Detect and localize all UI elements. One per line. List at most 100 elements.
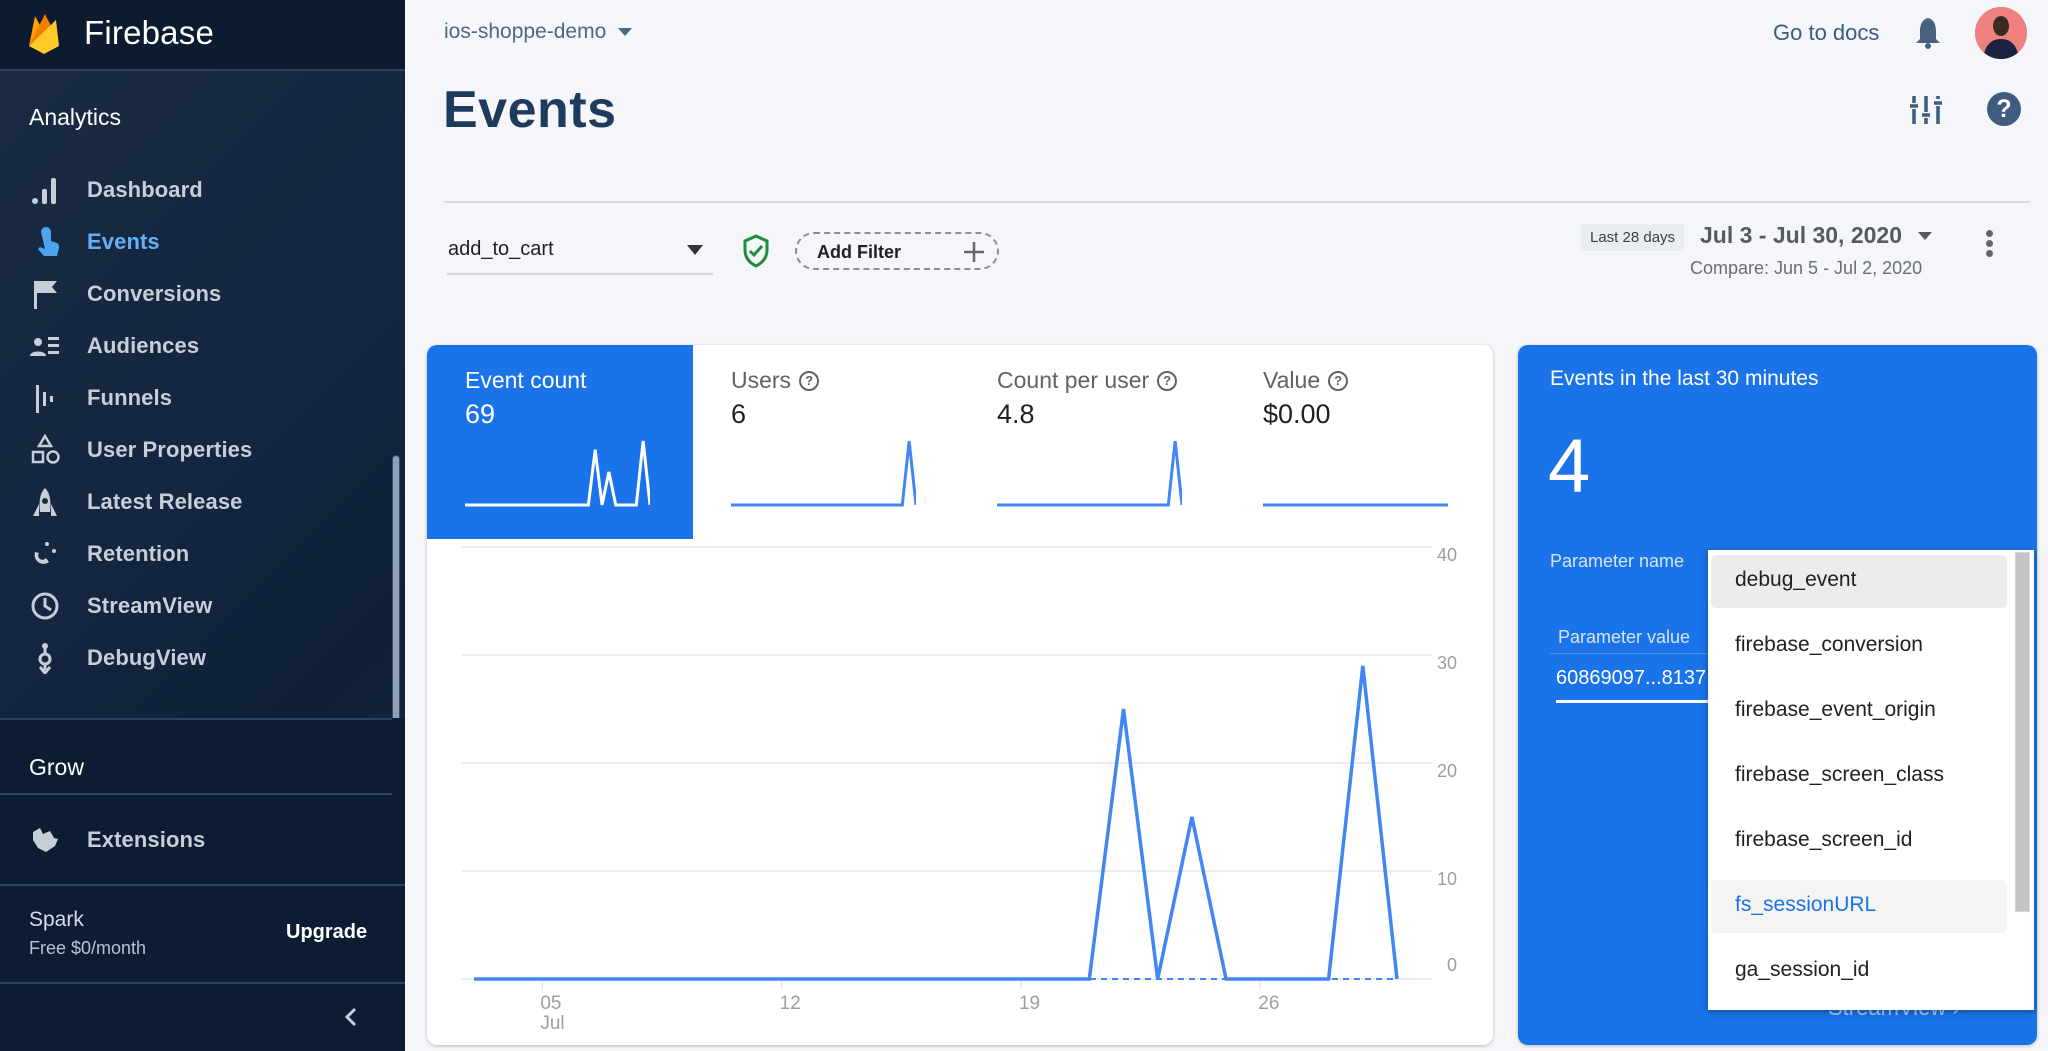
sidebar-item-retention[interactable]: Retention (0, 530, 392, 578)
touch-icon (28, 225, 62, 259)
avatar-photo-icon (1975, 7, 2027, 59)
sidebar-item-user-properties[interactable]: User Properties (0, 426, 392, 474)
sidebar-item-label: Funnels (87, 385, 173, 410)
dropdown-option[interactable]: firebase_event_origin (1711, 685, 2007, 738)
metric-label: Count per user (997, 367, 1150, 393)
sidebar-lower: Grow Extensions Spark Free $0/month Upgr… (0, 718, 405, 1051)
series-line (474, 665, 1399, 981)
help-circle-icon[interactable]: ? (799, 370, 820, 391)
help-icon[interactable]: ? (1987, 92, 2021, 126)
metric-value: $0.00 (1263, 399, 1331, 429)
dropdown-scrollbar[interactable] (2015, 552, 2030, 912)
add-filter-label: Add Filter (817, 242, 901, 262)
clock-icon (28, 589, 62, 623)
notifications-bell-icon[interactable] (1913, 16, 1943, 50)
sidebar-item-extensions[interactable]: Extensions (0, 816, 392, 864)
sidebar-item-conversions[interactable]: Conversions (0, 270, 392, 318)
divider (0, 718, 392, 720)
y-tick-label: 20 (1437, 761, 1457, 781)
metric-label: Users (731, 367, 792, 393)
metric-label-row: Users? (731, 367, 820, 394)
plan-price: Free $0/month (29, 938, 147, 958)
sidebar-item-latest-release[interactable]: Latest Release (0, 478, 392, 526)
sidebar-item-label: Latest Release (87, 489, 243, 514)
parameter-value[interactable]: 60869097...8137 (1556, 667, 1706, 690)
dropdown-option[interactable]: debug_event (1711, 555, 2007, 608)
sidebar-item-streamview[interactable]: StreamView (0, 582, 392, 630)
chevron-down-icon (618, 28, 633, 36)
dropdown-option[interactable]: firebase_screen_id (1711, 815, 2007, 868)
y-tick-label: 0 (1447, 955, 1457, 975)
sidebar-item-label: Audiences (87, 333, 200, 358)
dropdown-option[interactable]: fs_sessionURL (1711, 880, 2007, 933)
header-divider (444, 201, 2030, 203)
x-tick-sublabel: Jul (540, 1013, 564, 1034)
realtime-title: Events in the last 30 minutes (1550, 367, 1819, 390)
event-count-chart: 0 10 20 30 40 05Jul 12 19 26 (462, 545, 1457, 1034)
go-to-docs-link[interactable]: Go to docs (1773, 20, 1879, 46)
sparkline (465, 440, 650, 507)
extensions-icon (28, 823, 62, 857)
dropdown-option-label: fs_sessionURL (1735, 893, 1877, 916)
dropdown-option[interactable]: firebase_conversion (1711, 620, 2007, 673)
metric-label-row: Count per user? (997, 367, 1178, 394)
plus-icon (964, 242, 984, 262)
bar-chart-icon (28, 173, 62, 207)
flag-icon (28, 277, 62, 311)
sparkline-path (997, 440, 1182, 507)
project-selector[interactable]: ios-shoppe-demo (444, 20, 633, 44)
x-tick-label: 19 (1019, 993, 1040, 1014)
upgrade-button[interactable]: Upgrade (286, 921, 367, 944)
help-circle-icon[interactable]: ? (1328, 370, 1349, 391)
section-analytics: Analytics (29, 104, 122, 130)
metric-label: Value (1263, 367, 1321, 393)
sidebar-item-dashboard[interactable]: Dashboard (0, 166, 392, 214)
y-tick-label: 30 (1437, 653, 1457, 673)
page-title: Events (443, 81, 617, 139)
date-range-preset-chip[interactable]: Last 28 days (1581, 224, 1685, 251)
dropdown-option-label: ga_session_id (1735, 958, 1870, 981)
brand-name[interactable]: Firebase (84, 14, 214, 52)
parameter-name-dropdown[interactable]: debug_event firebase_conversion firebase_e… (1708, 550, 2034, 1010)
tune-settings-icon[interactable] (1910, 94, 1942, 126)
sidebar-item-label: User Properties (87, 437, 253, 462)
plan-name: Spark (29, 908, 84, 931)
metric-label-row: Value? (1263, 367, 1349, 394)
metric-tab-count-per-user[interactable]: Count per user? 4.8 (959, 345, 1225, 539)
dropdown-option[interactable]: ga_session_id (1711, 945, 2007, 998)
realtime-count: 4 (1548, 424, 1591, 509)
metric-value: 6 (731, 399, 747, 429)
magnet-icon (28, 537, 62, 571)
x-tick-label: 26 (1258, 993, 1279, 1014)
collapse-sidebar-icon[interactable] (338, 1002, 364, 1032)
parameter-name-label: Parameter name (1550, 551, 1685, 571)
sidebar-item-events[interactable]: Events (0, 218, 392, 266)
user-avatar[interactable] (1975, 7, 2027, 59)
sidebar-item-debugview[interactable]: DebugView (0, 634, 392, 682)
metric-tab-value[interactable]: Value? $0.00 (1225, 345, 1491, 539)
project-name: ios-shoppe-demo (444, 20, 607, 43)
more-options-icon[interactable] (1982, 230, 1996, 260)
sparkline-path (731, 440, 916, 507)
dropdown-arrow-icon (687, 245, 703, 255)
divider (0, 982, 405, 984)
audience-icon (28, 329, 62, 363)
add-filter-button[interactable]: Add Filter (795, 232, 999, 270)
event-selector[interactable]: add_to_cart (447, 228, 713, 275)
chevron-down-icon (1918, 231, 1933, 240)
metric-value: 69 (465, 399, 496, 429)
divider (0, 884, 405, 886)
sidebar-item-audiences[interactable]: Audiences (0, 322, 392, 370)
main-content: ios-shoppe-demo Go to docs Events ? add_… (405, 0, 2048, 1051)
metric-tab-users[interactable]: Users? 6 (693, 345, 959, 539)
sparkline (997, 440, 1182, 507)
help-circle-icon[interactable]: ? (1157, 370, 1178, 391)
metric-label: Event count (465, 367, 587, 393)
dropdown-option[interactable]: firebase_screen_class (1711, 750, 2007, 803)
compare-range: Compare: Jun 5 - Jul 2, 2020 (1690, 258, 1923, 278)
sidebar-item-label: Events (87, 229, 160, 254)
firebase-logo-icon (29, 14, 59, 54)
sidebar-item-funnels[interactable]: Funnels (0, 374, 392, 422)
metric-tab-event-count[interactable]: Event count 69 (427, 345, 693, 539)
date-range-picker[interactable]: Jul 3 - Jul 30, 2020 (1700, 222, 1933, 249)
